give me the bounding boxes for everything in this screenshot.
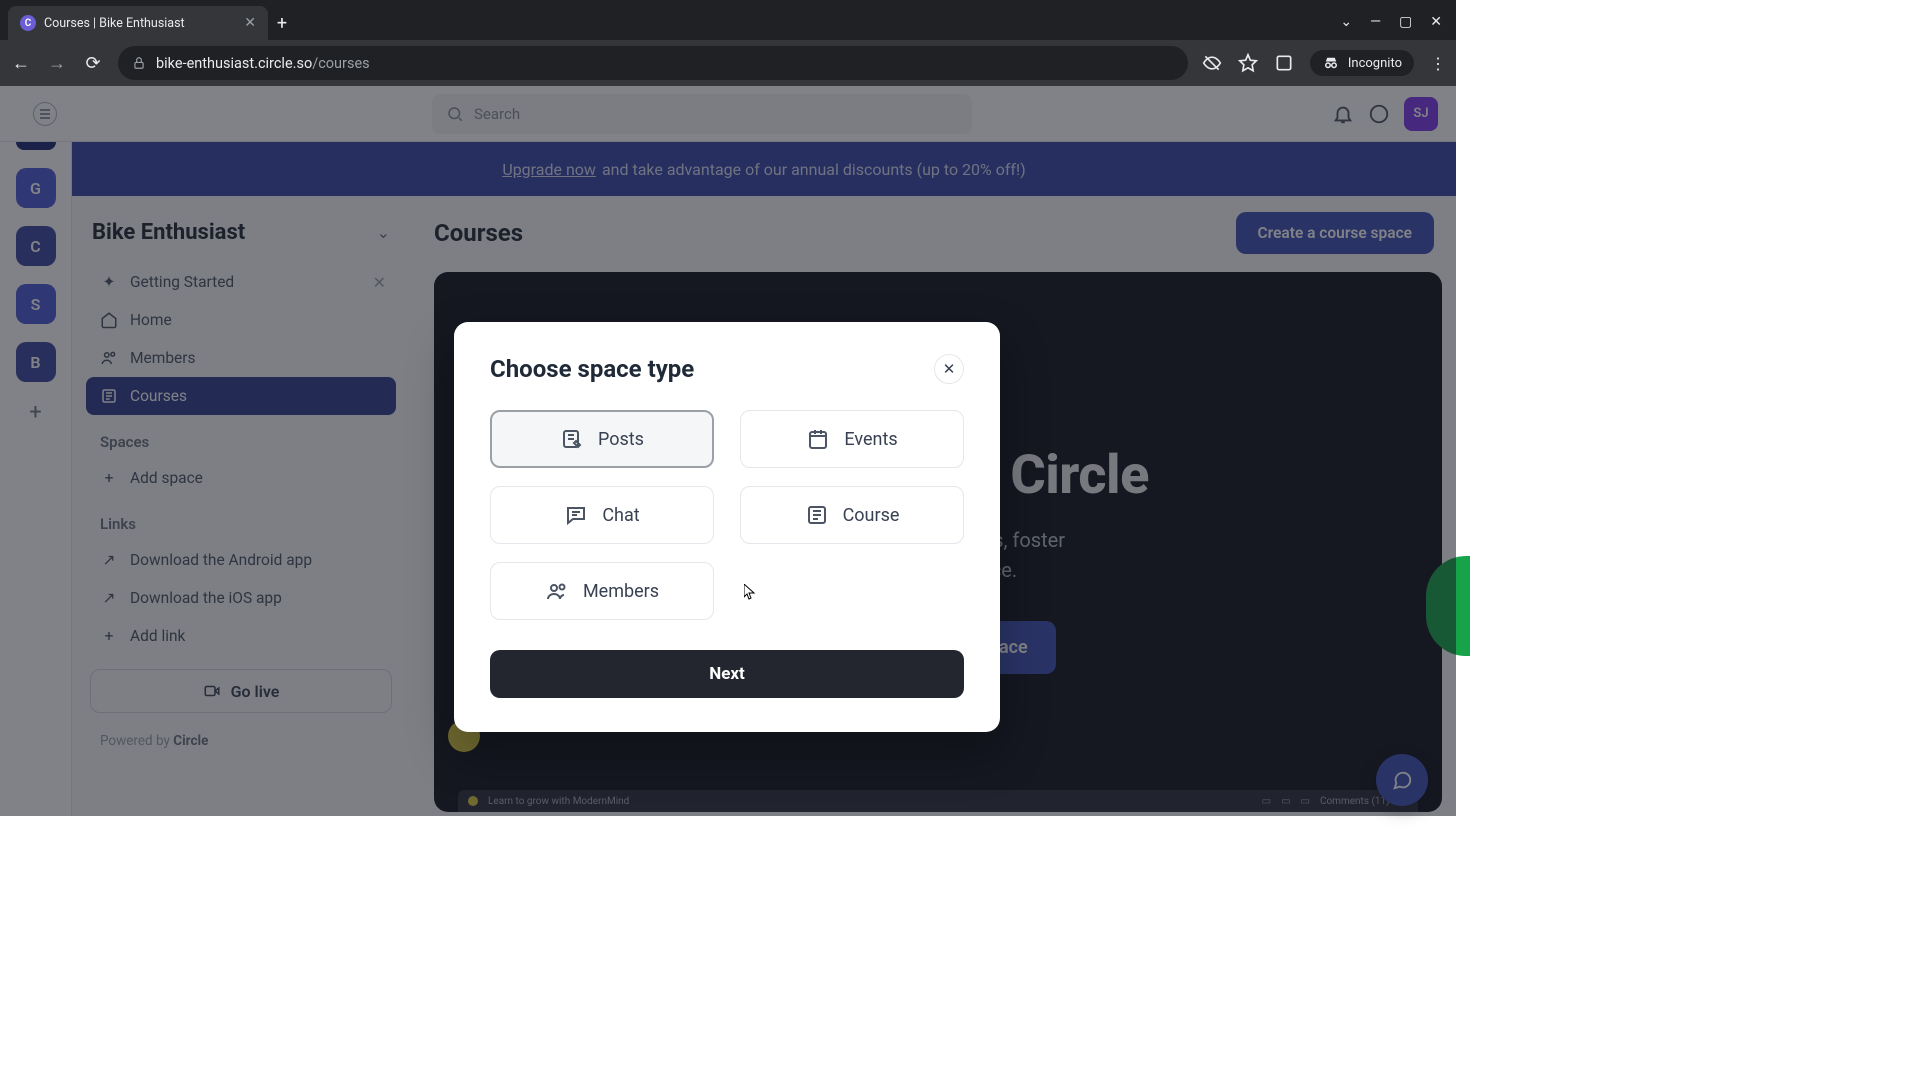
url-path: /courses xyxy=(312,55,369,72)
space-type-course[interactable]: Course xyxy=(740,486,964,544)
browser-tab[interactable]: C Courses | Bike Enthusiast ✕ xyxy=(8,6,268,40)
lock-icon xyxy=(132,56,146,70)
close-window-button[interactable]: ✕ xyxy=(1430,14,1442,30)
incognito-label: Incognito xyxy=(1348,56,1402,71)
space-type-members[interactable]: Members xyxy=(490,562,714,620)
space-type-label: Posts xyxy=(598,429,644,450)
modal-close-button[interactable]: ✕ xyxy=(934,354,964,384)
address-bar[interactable]: bike-enthusiast.circle.so/courses xyxy=(118,46,1188,80)
minimize-button[interactable]: — xyxy=(1370,14,1381,30)
space-type-label: Events xyxy=(844,429,897,450)
extensions-icon[interactable] xyxy=(1274,53,1294,73)
chat-icon xyxy=(564,503,588,527)
space-type-posts[interactable]: Posts xyxy=(490,410,714,468)
calendar-icon xyxy=(806,427,830,451)
course-icon xyxy=(805,503,829,527)
new-tab-button[interactable]: + xyxy=(268,13,296,40)
browser-menu-icon[interactable]: ⋮ xyxy=(1430,54,1446,73)
space-type-label: Course xyxy=(843,505,900,526)
next-button[interactable]: Next xyxy=(490,650,964,698)
incognito-badge[interactable]: Incognito xyxy=(1310,50,1414,76)
incognito-icon xyxy=(1322,54,1340,72)
browser-toolbar: ← → ⟳ bike-enthusiast.circle.so/courses … xyxy=(0,40,1456,86)
maximize-button[interactable]: ▢ xyxy=(1399,14,1412,30)
back-button[interactable]: ← xyxy=(10,53,32,74)
url-host: bike-enthusiast.circle.so xyxy=(156,55,312,72)
members-icon xyxy=(545,579,569,603)
choose-space-type-modal: Choose space type ✕ Posts Events Chat Co… xyxy=(454,322,1000,732)
tab-favicon: C xyxy=(20,15,36,31)
tab-title: Courses | Bike Enthusiast xyxy=(44,16,236,31)
space-type-chat[interactable]: Chat xyxy=(490,486,714,544)
chevron-down-icon[interactable]: ⌄ xyxy=(1340,14,1352,30)
tracking-icon[interactable] xyxy=(1202,53,1222,73)
space-type-label: Chat xyxy=(602,505,639,526)
space-type-label: Members xyxy=(583,581,659,602)
reload-button[interactable]: ⟳ xyxy=(82,53,104,74)
modal-title: Choose space type xyxy=(490,355,694,383)
posts-icon xyxy=(560,427,584,451)
space-type-events[interactable]: Events xyxy=(740,410,964,468)
bookmark-star-icon[interactable] xyxy=(1238,53,1258,73)
browser-tab-strip: C Courses | Bike Enthusiast ✕ + ⌄ — ▢ ✕ xyxy=(0,0,1456,40)
window-controls: ⌄ — ▢ ✕ xyxy=(1326,14,1456,40)
tab-close-icon[interactable]: ✕ xyxy=(244,15,256,31)
forward-button[interactable]: → xyxy=(46,53,68,74)
